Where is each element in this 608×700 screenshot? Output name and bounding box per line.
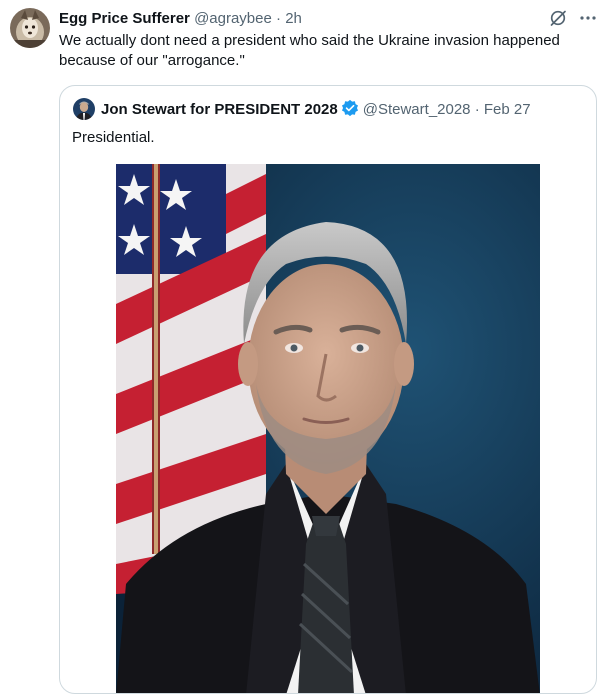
separator-dot: · [276, 10, 282, 27]
author-avatar[interactable] [10, 8, 50, 48]
quoted-author-avatar[interactable] [73, 98, 95, 120]
tweet-actions [548, 8, 598, 28]
quoted-tweet-card[interactable]: Jon Stewart for PRESIDENT 2028 @Stewart_2… [59, 85, 597, 694]
tweet-header: Egg Price Sufferer @agraybee · 2h [59, 9, 548, 29]
quoted-author-handle[interactable]: @Stewart_2028 [363, 101, 471, 118]
quoted-tweet-header: Jon Stewart for PRESIDENT 2028 @Stewart_2… [101, 99, 531, 123]
quoted-tweet-date[interactable]: Feb 27 [484, 101, 531, 118]
quoted-tweet-photo[interactable] [116, 164, 540, 693]
portrait-image [116, 164, 540, 693]
verified-badge-icon [341, 99, 359, 123]
tweet-text: We actually dont need a president who sa… [59, 32, 560, 69]
author-handle[interactable]: @agraybee [194, 10, 272, 27]
quoted-author-name[interactable]: Jon Stewart for PRESIDENT 2028 [101, 101, 338, 118]
quoted-separator-dot: · [474, 101, 480, 118]
tweet-timestamp[interactable]: 2h [285, 10, 302, 27]
avatar-image [10, 8, 50, 48]
grok-icon[interactable] [548, 8, 568, 28]
more-icon[interactable] [578, 8, 598, 28]
quoted-tweet-text: Presidential. [72, 129, 155, 146]
author-name[interactable]: Egg Price Sufferer [59, 10, 190, 27]
previous-tweet-edge [0, 0, 608, 5]
